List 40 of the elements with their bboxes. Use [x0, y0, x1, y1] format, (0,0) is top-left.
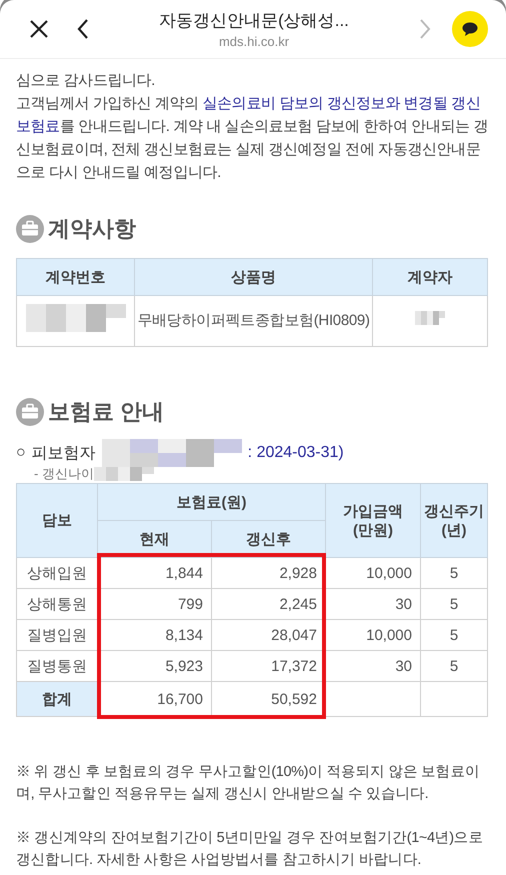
table-cell: 무배당하이퍼펙트종합보험(HI0809) [134, 296, 372, 346]
redacted-block [415, 311, 445, 325]
table-cell: 5 [420, 588, 488, 620]
table-cell: 상해입원 [16, 558, 98, 588]
table-cell: 10,000 [326, 620, 420, 650]
forward-icon [419, 19, 431, 39]
intro-paragraph: 심으로 감사드립니다. [16, 71, 156, 91]
intro-paragraph: 고객님께서 가입하신 계약의 실손의료비 담보의 갱신정보와 변경될 갱신보험료를 안내드립니다. 계약 내 실손의료보험 담보에 한하여 안내되는 갱신보험료이며, 전체 갱신보험료는 실제 갱신예정일 전에 자동갱신안내문으로 다시 안내드릴 예정입니다. [16, 94, 488, 183]
column-header: 가입금액 (만원) [326, 484, 420, 558]
column-header: 계약자 [372, 258, 488, 296]
note-paragraph: ※ 갱신계약의 잔여보험기간이 5년미만일 경우 잔여보험기간(1~4년)으로 갱신합니다. 자세한 사항은 사업방법서를 참고하시기 바랍니다. [16, 829, 484, 870]
section-title: 계약사항 [48, 215, 136, 243]
column-header: 갱신주기 (년) [420, 484, 488, 558]
table-cell: 질병입원 [16, 620, 98, 650]
speech-bubble-icon [462, 22, 478, 36]
note-paragraph: ※ 위 갱신 후 보험료의 경우 무사고할인(10%)이 적용되지 않은 보험료이며, 무사고할인 적용유무는 실제 갱신시 안내받으실 수 있습니다. [16, 763, 481, 804]
renewal-age-note: - 갱신나이 [34, 467, 94, 481]
column-header: 보험료(원) [98, 484, 326, 520]
insured-label: 피보험자 [32, 444, 96, 464]
table-cell: 상해통원 [16, 588, 98, 620]
table-cell: 30 [326, 588, 420, 620]
bullet: ○ [16, 444, 26, 462]
renewal-date: : 2024-03-31) [248, 444, 344, 462]
briefcase-icon [16, 398, 44, 426]
close-icon [29, 19, 49, 39]
back-icon [77, 19, 89, 39]
chat-button[interactable] [452, 11, 488, 47]
column-header: 담보 [16, 484, 98, 558]
table-cell: 5 [420, 620, 488, 650]
table-cell: 5 [420, 558, 488, 588]
page-url: mds.hi.co.kr [218, 34, 290, 49]
table-cell: 10,000 [326, 558, 420, 588]
column-header: 계약번호 [16, 258, 134, 296]
section-title: 보험료 안내 [48, 398, 164, 426]
table-cell: 30 [326, 650, 420, 682]
page-title: 자동갱신안내문(상해성... [159, 10, 349, 32]
table-cell: 5 [420, 650, 488, 682]
briefcase-icon [16, 215, 44, 243]
table-cell: 합계 [16, 682, 98, 716]
column-header: 상품명 [134, 258, 372, 296]
